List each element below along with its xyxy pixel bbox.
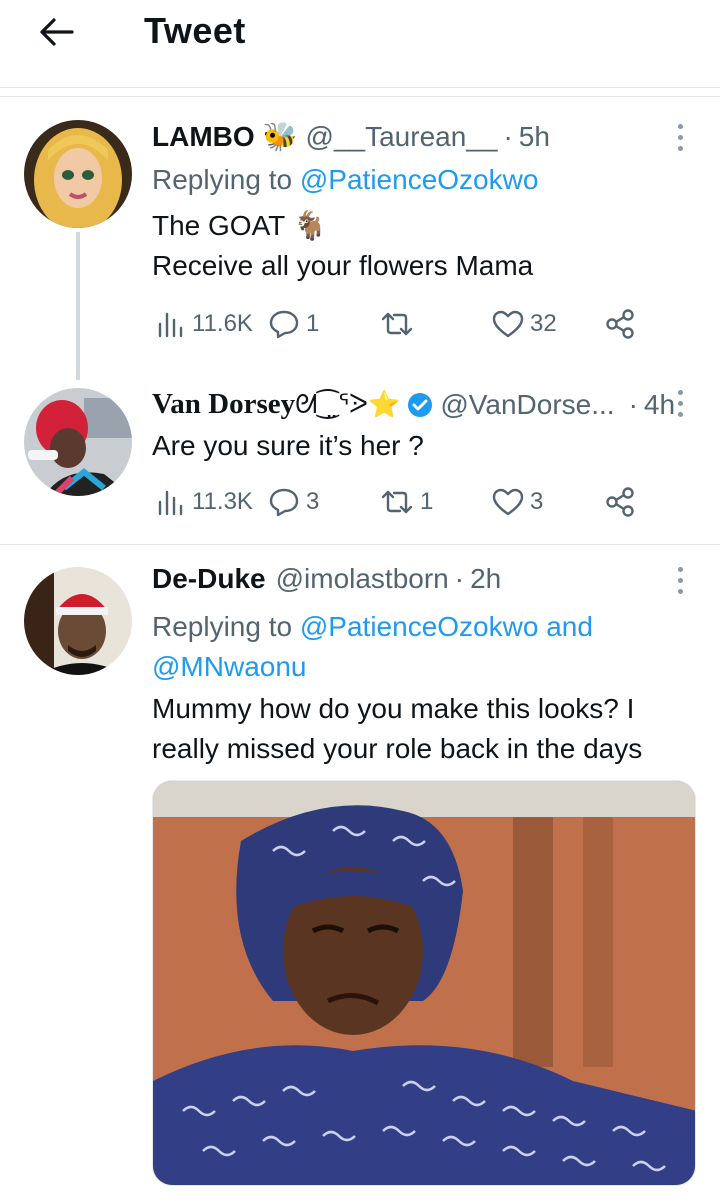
display-name[interactable]: De-Duke [152, 563, 266, 595]
replying-to-label: Replying to [152, 164, 293, 195]
more-dot-icon [677, 589, 683, 594]
like-count: 3 [530, 488, 544, 515]
like-button[interactable]: 3 [492, 482, 543, 522]
more-options-button[interactable] [670, 567, 690, 594]
more-options-button[interactable] [670, 390, 690, 417]
tweet-text: The GOAT 🐐 Receive all your flowers Mama [152, 206, 533, 286]
display-name[interactable]: LAMBO [152, 121, 255, 153]
separator-dot: · [628, 388, 638, 420]
retweet-count: 1 [420, 488, 434, 515]
replying-to: Replying to @PatienceOzokwo and @MNwaonu [152, 607, 593, 687]
mention-link[interactable]: @PatienceOzokwo [300, 611, 539, 642]
avatar[interactable] [24, 567, 132, 675]
replying-and[interactable]: and [546, 611, 593, 642]
reply-button[interactable]: 3 [268, 482, 319, 522]
separator-dot: · [454, 563, 465, 594]
tweet-header: De-Duke @imolastborn · 2h [152, 563, 501, 595]
tweet-text-line: The GOAT 🐐 [152, 210, 328, 241]
tweet-text: Are you sure it’s her ? [152, 426, 424, 466]
analytics-icon [158, 490, 183, 516]
tweet-text-line: really missed your role back in the days [152, 733, 643, 764]
avatar[interactable] [24, 120, 132, 228]
avatar[interactable] [24, 388, 132, 496]
tweet-text-line: Mummy how do you make this looks? I [152, 693, 635, 724]
replying-to-label: Replying to [152, 611, 293, 642]
like-button[interactable]: 32 [492, 304, 557, 344]
tweet-text: Mummy how do you make this looks? I real… [152, 689, 642, 769]
share-button[interactable] [604, 482, 636, 522]
retweet-button[interactable]: 1 [380, 482, 433, 522]
more-dot-icon [677, 567, 683, 572]
bee-emoji: 🐝 [262, 121, 298, 152]
retweet-button[interactable] [380, 304, 420, 344]
heart-icon [492, 488, 524, 516]
tweet-text-line: Receive all your flowers Mama [152, 250, 534, 281]
tweet-media-image[interactable] [152, 780, 696, 1186]
share-icon [606, 487, 634, 517]
more-dot-icon [677, 124, 683, 129]
tweet-van-dorsey[interactable]: Van Dorsey ᘛ⁐̤ᕐᐷ⭐ @VanDorse... · 4h Are … [0, 380, 720, 544]
display-name[interactable]: Van Dorsey [152, 388, 295, 421]
retweet-icon [381, 312, 413, 336]
reply-icon [269, 488, 299, 517]
views-button[interactable]: 11.3K [156, 482, 253, 522]
timestamp[interactable]: 5h [519, 121, 550, 153]
retweet-icon [381, 490, 413, 514]
handle[interactable]: @VanDorse... [440, 389, 614, 421]
analytics-icon [158, 312, 183, 338]
more-dot-icon [677, 390, 683, 395]
separator-dot: · [503, 120, 513, 152]
share-icon [606, 309, 634, 339]
thread-line [76, 232, 80, 380]
heart-icon [492, 310, 524, 338]
tweet-text-line: Are you sure it’s her ? [152, 430, 424, 461]
name-emoji: ᘛ⁐̤ᕐᐷ⭐ [295, 388, 401, 419]
more-dot-icon [677, 146, 683, 151]
timestamp[interactable]: 2h [470, 563, 501, 595]
like-count: 32 [530, 310, 557, 337]
share-button[interactable] [604, 304, 636, 344]
more-dot-icon [677, 412, 683, 417]
action-bar: 11.6K 1 32 [152, 304, 672, 344]
action-bar: 11.3K 3 1 3 [152, 482, 672, 522]
handle[interactable]: @__Taurean__ [306, 121, 498, 153]
more-dot-icon [677, 135, 683, 140]
tweet-header: LAMBO 🐝 @__Taurean__ · 5h [152, 120, 550, 153]
views-count: 11.3K [192, 488, 253, 515]
reply-button[interactable]: 1 [268, 304, 319, 344]
more-options-button[interactable] [670, 124, 690, 151]
reply-count: 1 [306, 310, 320, 337]
mention-link[interactable]: @PatienceOzokwo [300, 164, 539, 195]
more-dot-icon [677, 401, 683, 406]
tweet-header: Van Dorsey ᘛ⁐̤ᕐᐷ⭐ @VanDorse... · 4h [152, 388, 675, 421]
mention-link[interactable]: @MNwaonu [152, 651, 306, 682]
more-dot-icon [677, 578, 683, 583]
reply-icon [269, 310, 299, 339]
verified-badge-icon [406, 391, 434, 419]
views-count: 11.6K [192, 310, 253, 337]
tweet-lambo[interactable]: LAMBO 🐝 @__Taurean__ · 5h Replying to @P… [0, 0, 720, 380]
reply-count: 3 [306, 488, 320, 515]
replying-to: Replying to @PatienceOzokwo [152, 164, 538, 196]
handle[interactable]: @imolastborn [276, 563, 449, 595]
views-button[interactable]: 11.6K [156, 304, 253, 344]
